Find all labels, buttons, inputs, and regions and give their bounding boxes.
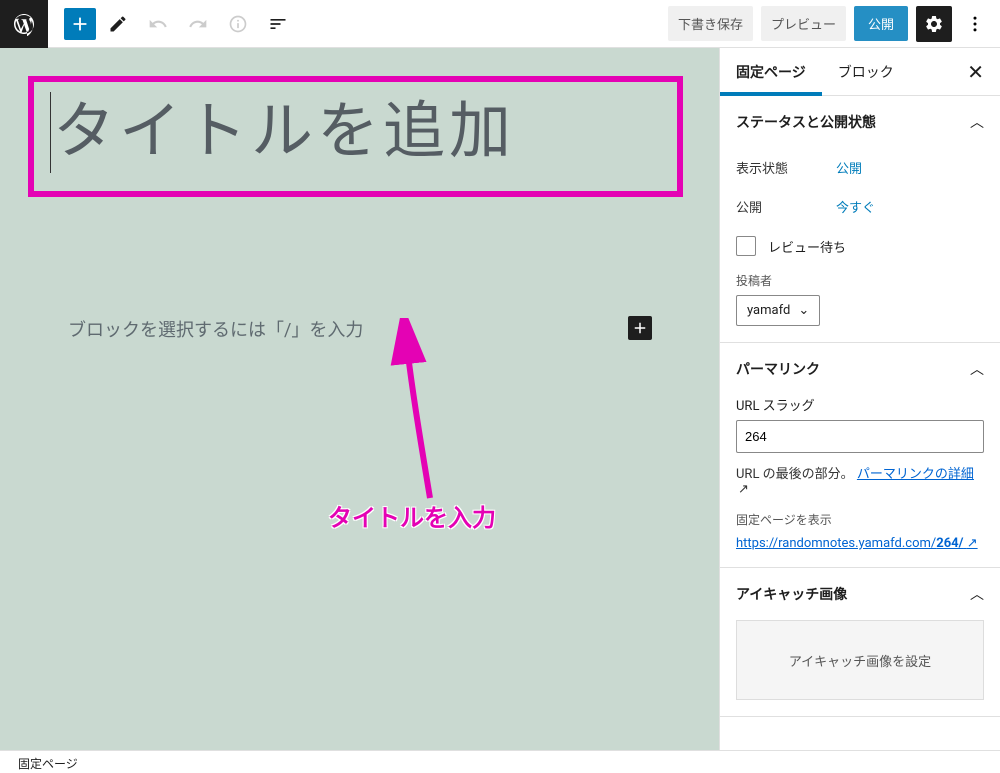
author-label: 投稿者: [736, 272, 984, 289]
add-block-inline-button[interactable]: [628, 316, 652, 340]
breadcrumb-bar: 固定ページ: [0, 750, 1000, 772]
settings-sidebar: 固定ページ ブロック ✕ ステータスと公開状態 ︿ 表示状態 公開 公開 今すぐ: [719, 48, 1000, 750]
redo-button[interactable]: [180, 6, 216, 42]
chevron-up-icon: ︿: [970, 112, 984, 132]
featured-panel-toggle[interactable]: アイキャッチ画像 ︿: [720, 568, 1000, 620]
annotation-arrow-icon: [380, 318, 460, 518]
status-panel-toggle[interactable]: ステータスと公開状態 ︿: [720, 96, 1000, 148]
wp-logo-button[interactable]: [0, 0, 48, 48]
publish-date-value[interactable]: 今すぐ: [836, 197, 875, 216]
preview-button[interactable]: プレビュー: [761, 6, 846, 41]
main-area: タイトルを追加 ブロックを選択するには「/」を入力 タイトルを入力 固定ページ …: [0, 48, 1000, 750]
permalink-panel-toggle[interactable]: パーマリンク ︿: [720, 343, 1000, 395]
permalink-panel-title: パーマリンク: [736, 359, 820, 379]
title-highlight-box: タイトルを追加: [28, 76, 683, 197]
edit-mode-button[interactable]: [100, 6, 136, 42]
breadcrumb-text[interactable]: 固定ページ: [18, 757, 78, 771]
slug-input[interactable]: [736, 420, 984, 453]
permalink-url[interactable]: https://randomnotes.yamafd.com/264/ ↗: [736, 536, 984, 551]
permalink-help-link[interactable]: パーマリンクの詳細: [857, 467, 974, 482]
featured-image-panel: アイキャッチ画像 ︿ アイキャッチ画像を設定: [720, 568, 1000, 717]
more-options-button[interactable]: [960, 6, 990, 42]
slug-label: URL スラッグ: [736, 395, 984, 414]
author-value: yamafd: [747, 303, 790, 318]
save-draft-button[interactable]: 下書き保存: [668, 6, 753, 41]
author-select[interactable]: yamafd ⌄: [736, 295, 820, 326]
status-panel: ステータスと公開状態 ︿ 表示状態 公開 公開 今すぐ レビュー待ち 投稿者: [720, 96, 1000, 343]
tab-block[interactable]: ブロック: [822, 48, 910, 96]
block-hint-text[interactable]: ブロックを選択するには「/」を入力: [68, 316, 363, 342]
title-input[interactable]: タイトルを追加: [50, 92, 661, 173]
editor-canvas[interactable]: タイトルを追加 ブロックを選択するには「/」を入力 タイトルを入力: [0, 48, 719, 750]
publish-button[interactable]: 公開: [854, 6, 908, 41]
toolbar-left: [48, 6, 296, 42]
settings-button[interactable]: [916, 6, 952, 42]
outline-button[interactable]: [260, 6, 296, 42]
close-sidebar-button[interactable]: ✕: [961, 54, 990, 90]
tab-page[interactable]: 固定ページ: [720, 48, 822, 96]
pending-review-checkbox[interactable]: [736, 236, 756, 256]
add-block-button[interactable]: [64, 8, 96, 40]
featured-panel-title: アイキャッチ画像: [736, 584, 847, 604]
undo-button[interactable]: [140, 6, 176, 42]
sidebar-tabs: 固定ページ ブロック ✕: [720, 48, 1000, 96]
annotation-label: タイトルを入力: [328, 498, 496, 533]
chevron-up-icon: ︿: [970, 359, 984, 379]
publish-date-label: 公開: [736, 197, 836, 216]
toolbar-right: 下書き保存 プレビュー 公開: [668, 6, 990, 42]
set-featured-image-button[interactable]: アイキャッチ画像を設定: [736, 620, 984, 700]
external-link-icon: ↗: [967, 536, 978, 551]
pending-review-label: レビュー待ち: [768, 237, 846, 256]
visibility-label: 表示状態: [736, 158, 836, 177]
permalink-panel: パーマリンク ︿ URL スラッグ URL の最後の部分。 パーマリンクの詳細 …: [720, 343, 1000, 568]
chevron-up-icon: ︿: [970, 584, 984, 604]
chevron-down-icon: ⌄: [798, 303, 809, 318]
view-page-label: 固定ページを表示: [736, 511, 984, 528]
slug-help-text: URL の最後の部分。 パーマリンクの詳細 ↗: [736, 463, 984, 497]
info-button[interactable]: [220, 6, 256, 42]
external-link-icon: ↗: [738, 482, 749, 497]
status-panel-title: ステータスと公開状態: [736, 112, 876, 132]
visibility-value[interactable]: 公開: [836, 158, 862, 177]
top-toolbar: 下書き保存 プレビュー 公開: [0, 0, 1000, 48]
